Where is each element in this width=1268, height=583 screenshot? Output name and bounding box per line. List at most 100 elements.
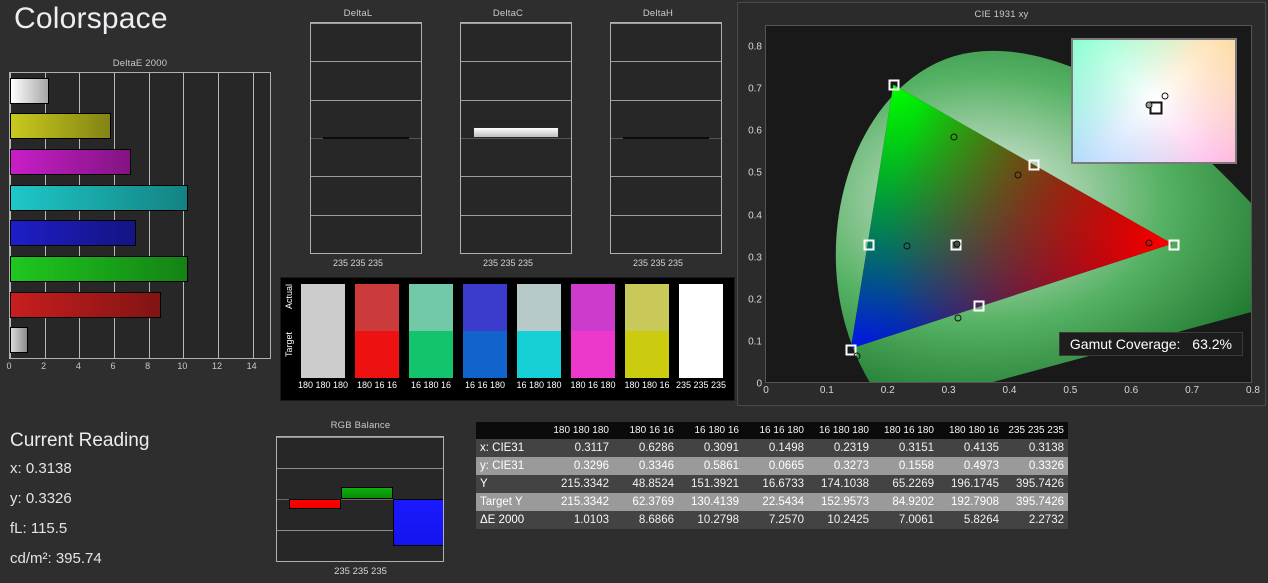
swatch-target: [625, 331, 669, 378]
table-column-header: 180 16 16: [613, 422, 678, 439]
cie-y-tick: 0.5: [748, 167, 762, 179]
cie-target-marker: [1028, 159, 1040, 171]
cie-target-marker: [973, 300, 985, 312]
rgb-balance-title: RGB Balance: [330, 420, 391, 431]
table-cell: 0.3296: [548, 457, 613, 475]
table-corner-cell: [476, 422, 548, 439]
cie-x-tick: 0: [763, 385, 769, 396]
swatch-label: 16 180 180: [516, 380, 562, 390]
deltae-gridline: [252, 73, 254, 358]
delta-gridline: [611, 99, 721, 101]
reading-row: fL: 115.5: [10, 514, 240, 544]
table-cell: 130.4139: [678, 493, 743, 511]
table-header-row: 180 180 180 180 16 16 16 180 16 16 16 180 16…: [476, 422, 1068, 439]
table-row: y: CIE31 0.3296 0.3346 0.5861 0.0665 0.3273 0.…: [476, 457, 1068, 475]
deltae-bar: [10, 77, 50, 104]
swatch-actual: [625, 284, 669, 331]
table-row-label: x: CIE31: [476, 439, 548, 457]
deltae-gridline: [183, 73, 185, 358]
swatch-label: 180 16 180: [570, 380, 616, 390]
table-cell: 5.8264: [938, 511, 1003, 529]
deltae-x-axis: 0 2 4 6 8 10 12 14: [6, 361, 271, 377]
table-row: x: CIE31 0.3117 0.6286 0.3091 0.1498 0.2319 0.…: [476, 439, 1068, 457]
deltah-chart-title: DeltaH: [642, 8, 674, 19]
reading-label: fL:: [10, 520, 27, 537]
deltae-bar: [10, 184, 188, 211]
table-cell: 0.3273: [808, 457, 873, 475]
delta-bar: [473, 126, 559, 138]
reading-row: y: 0.3326: [10, 484, 240, 514]
table-cell: 65.2269: [873, 475, 938, 493]
gamut-coverage-label: Gamut Coverage:: [1069, 336, 1181, 352]
cie-y-tick: 0.2: [748, 294, 762, 306]
deltac-x-label: 235 235 235: [482, 258, 534, 268]
delta-gridline: [311, 214, 421, 216]
table-cell: 1.0103: [548, 511, 613, 529]
cie-x-tick: 0.8: [1246, 385, 1260, 396]
table-column-header: 180 180 180: [548, 422, 613, 439]
swatch-target: [463, 331, 507, 378]
deltac-chart-title: DeltaC: [492, 8, 524, 19]
reading-value: 395.74: [51, 550, 102, 567]
deltae-x-tick: 10: [177, 361, 188, 371]
color-swatch: [463, 284, 507, 378]
delta-gridline: [461, 138, 571, 139]
table-row: Y 215.3342 48.8524 151.3921 16.6733 174.1038 6…: [476, 475, 1068, 493]
swatch-target: [571, 331, 615, 378]
delta-bar: [323, 137, 409, 139]
delta-gridline: [461, 176, 571, 178]
table-cell: 22.5434: [743, 493, 808, 511]
deltae-x-tick: 6: [110, 361, 116, 371]
deltae-bar: [10, 327, 28, 354]
table-cell: 0.5861: [678, 457, 743, 475]
deltal-x-label: 235 235 235: [332, 258, 384, 268]
deltal-chart: DeltaL 151050-5-10-15 235 235 235: [288, 8, 428, 276]
deltae-x-tick: 14: [246, 361, 257, 371]
cie-inset-zoom-view: [1071, 38, 1237, 164]
cie-y-tick: 0.6: [748, 125, 762, 137]
cie-1931-chart: CIE 1931 xy Gamut Coverage: 63.2% 0 0.1 …: [737, 2, 1268, 406]
swatch-actual: [571, 284, 615, 331]
table-cell: 0.3091: [678, 439, 743, 457]
swatch-label: 180 180 16: [624, 380, 670, 390]
swatch-label: 235 235 235: [675, 380, 727, 390]
table-row-label: ΔE 2000: [476, 511, 548, 529]
swatch-target: [409, 331, 453, 378]
reading-value: 0.3326: [21, 490, 72, 507]
delta-gridline: [461, 214, 571, 216]
table-cell: 0.1498: [743, 439, 808, 457]
measurement-table: 180 180 180 180 16 16 16 180 16 16 16 180 16…: [476, 422, 1068, 529]
color-swatch: [517, 284, 561, 378]
cie-measured-marker: [953, 240, 961, 248]
delta-gridline: [611, 176, 721, 178]
cie-x-tick: 0.4: [1002, 385, 1017, 396]
current-reading-title: Current Reading: [10, 430, 150, 451]
table-cell: 7.0061: [873, 511, 938, 529]
cie-x-tick: 0.3: [941, 385, 956, 396]
deltae-bar: [10, 255, 189, 282]
delta-gridline: [611, 23, 721, 24]
rgb-balance-x-label: 235 235 235: [334, 566, 387, 577]
deltal-plot-area: 151050-5-10-15: [310, 22, 422, 254]
current-reading-panel: Current Reading x: 0.3138 y: 0.3326 fL: 11…: [10, 428, 240, 578]
reading-row: cd/m²: 395.74: [10, 544, 240, 574]
table-cell: 8.6866: [613, 511, 678, 529]
deltac-plot-area: 151050-5-10-15: [460, 22, 572, 254]
swatch-label: 16 16 180: [464, 380, 506, 390]
deltae-x-tick: 0: [6, 361, 12, 371]
cie-measured-marker: [1145, 239, 1153, 247]
deltah-plot-area: 151050-5-10-15: [610, 22, 722, 254]
cie-plot-area[interactable]: Gamut Coverage: 63.2% 0 0.1 0.2 0.3 0.4 0.5 0.…: [748, 25, 1268, 396]
deltah-chart: DeltaH 151050-5-10-15 235 235 235: [588, 8, 728, 276]
color-swatch: [409, 284, 453, 378]
table-cell: 0.2319: [808, 439, 873, 457]
delta-gridline: [311, 23, 421, 24]
table-cell: 16.6733: [743, 475, 808, 493]
rgb-balance-bar: [341, 486, 393, 499]
deltae-bar: [10, 220, 136, 247]
reading-value: 115.5: [26, 520, 68, 537]
color-swatch: [301, 284, 345, 378]
deltae-gridline: [218, 73, 219, 358]
delta-gridline: [611, 214, 721, 216]
swatch-actual-label: Actual: [284, 284, 294, 310]
